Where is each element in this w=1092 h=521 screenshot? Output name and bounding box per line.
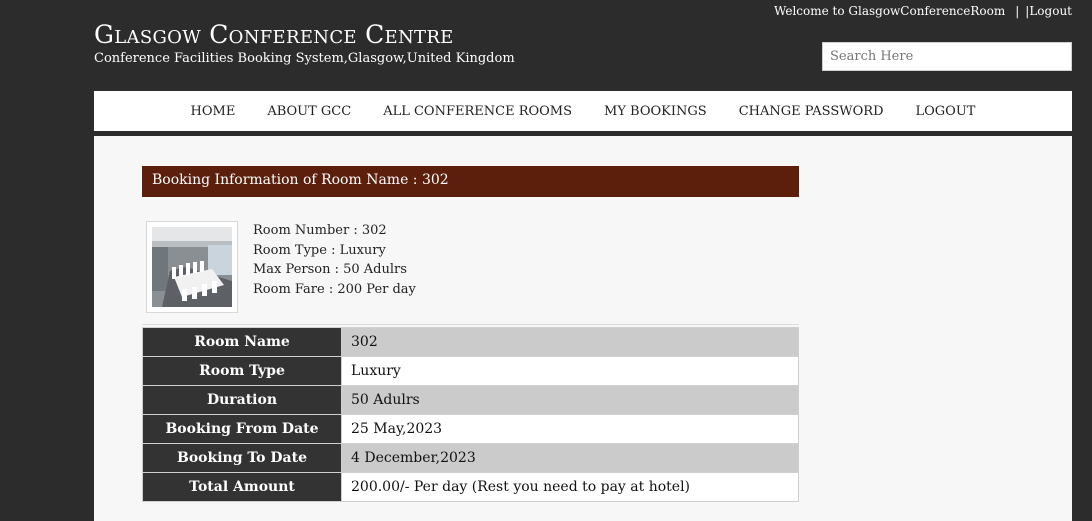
room-thumbnail[interactable] xyxy=(146,221,238,313)
top-logout-link[interactable]: |Logout xyxy=(1025,4,1072,18)
nav-change-password[interactable]: CHANGE PASSWORD xyxy=(739,104,884,119)
room-type-line: Room Type : Luxury xyxy=(253,242,386,258)
divider xyxy=(142,324,799,325)
main-nav: HOME ABOUT GCC ALL CONFERENCE ROOMS MY B… xyxy=(94,91,1072,131)
room-number-line: Room Number : 302 xyxy=(253,223,387,238)
table-row: Duration 50 Adulrs xyxy=(142,385,799,415)
topbar-separator: | xyxy=(1015,4,1020,18)
main-content: Booking Information of Room Name : 302 R… xyxy=(94,136,1072,521)
table-row: Room Type Luxury xyxy=(142,356,799,386)
table-row: Booking From Date 25 May,2023 xyxy=(142,414,799,444)
table-row: Booking To Date 4 December,2023 xyxy=(142,443,799,473)
row-label: Booking From Date xyxy=(142,414,342,444)
max-person-line: Max Person : 50 Adulrs xyxy=(253,262,407,277)
row-value: 4 December,2023 xyxy=(341,443,799,473)
booking-details-table: Room Name 302 Room Type Luxury Duration … xyxy=(142,327,799,502)
top-user-bar: Welcome to GlasgowConferenceRoom | |Logout xyxy=(774,4,1072,18)
row-label: Duration xyxy=(142,385,342,415)
row-value: 50 Adulrs xyxy=(341,385,799,415)
search-input[interactable] xyxy=(822,42,1072,71)
site-title[interactable]: Glasgow Conference Centre xyxy=(94,20,454,49)
row-value: 200.00/- Per day (Rest you need to pay a… xyxy=(341,472,799,502)
welcome-text: Welcome to GlasgowConferenceRoom xyxy=(774,4,1006,18)
nav-about-gcc[interactable]: ABOUT GCC xyxy=(267,104,351,119)
booking-section-title: Booking Information of Room Name : 302 xyxy=(142,166,799,197)
nav-home[interactable]: HOME xyxy=(191,104,236,119)
row-label: Total Amount xyxy=(142,472,342,502)
row-value: Luxury xyxy=(341,356,799,386)
room-info: Room Number : 302 Room Type : Luxury Max… xyxy=(253,221,416,299)
row-label: Room Type xyxy=(142,356,342,386)
row-value: 25 May,2023 xyxy=(341,414,799,444)
nav-all-conference-rooms[interactable]: ALL CONFERENCE ROOMS xyxy=(383,104,572,119)
site-subtitle: Conference Facilities Booking System,Gla… xyxy=(94,51,515,66)
nav-logout[interactable]: LOGOUT xyxy=(916,104,976,119)
table-row: Total Amount 200.00/- Per day (Rest you … xyxy=(142,472,799,502)
room-fare-line: Room Fare : 200 Per day xyxy=(253,281,416,297)
row-label: Room Name xyxy=(142,327,342,357)
conference-room-image xyxy=(152,227,232,307)
row-label: Booking To Date xyxy=(142,443,342,473)
nav-my-bookings[interactable]: MY BOOKINGS xyxy=(604,104,707,119)
row-value: 302 xyxy=(341,327,799,357)
table-row: Room Name 302 xyxy=(142,327,799,357)
